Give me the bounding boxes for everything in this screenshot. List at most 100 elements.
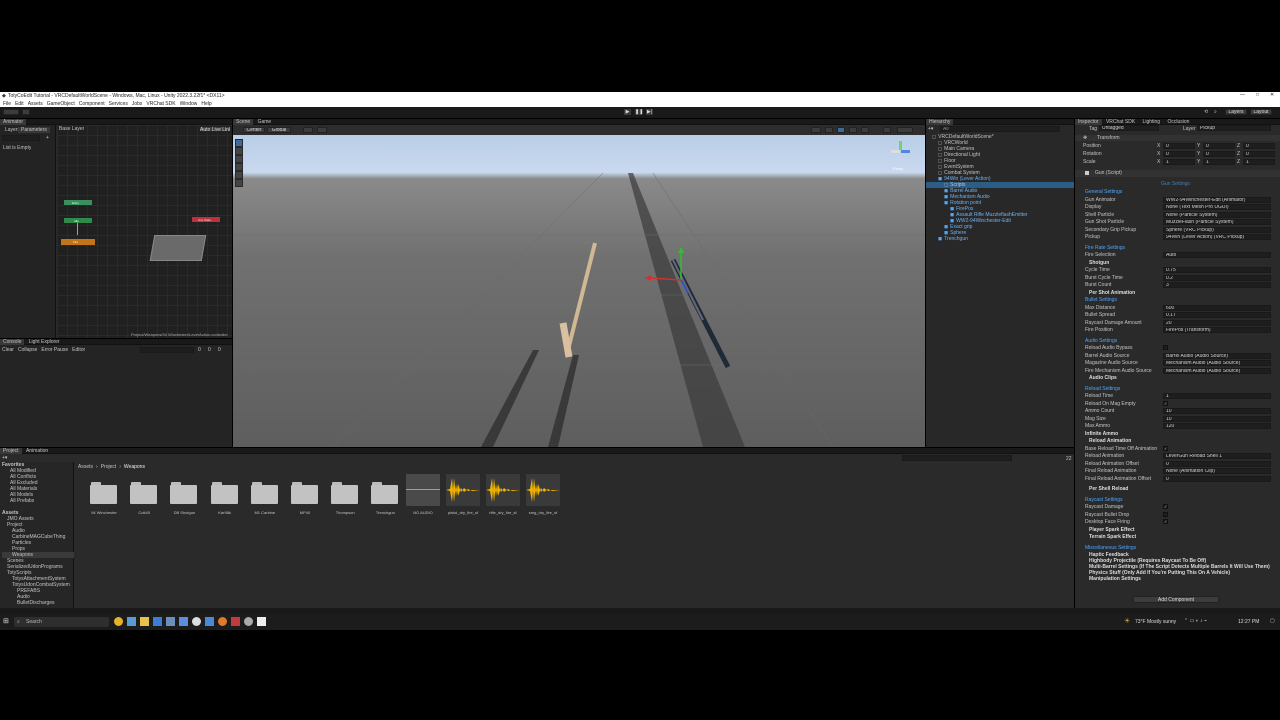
reload-animation-setting-checkbox[interactable]: ✓ [1163,445,1168,451]
breadcrumb-project[interactable]: Project [101,464,117,470]
create-asset-button[interactable]: +▾ [2,455,7,461]
audio-setting-field[interactable]: Mechanism Audio (Audio Source) [1163,360,1271,366]
error-pause-button[interactable]: Error Pause [41,347,68,353]
favorite-item[interactable]: All Prefabs [2,498,74,504]
general-setting-field[interactable]: Sphere (VRC Pickup) [1163,226,1271,233]
snap-icon[interactable] [303,127,313,133]
transform-x-field[interactable]: 0 [1163,143,1195,149]
rect-tool-icon[interactable] [236,172,242,178]
view-tool-icon[interactable] [236,140,242,146]
terrain-spark-foldout[interactable]: Terrain Spark Effect [1089,534,1136,540]
audio-asset[interactable]: smg_dry_fire_sf [525,474,561,518]
audio-settings-header[interactable]: Audio Settings [1085,338,1117,344]
bullet-setting-field[interactable]: 600 [1163,304,1271,311]
reload-setting-field[interactable]: 1 [1163,393,1271,399]
reload-animation-foldout[interactable]: Reload Animation [1089,438,1131,444]
folder-asset[interactable]: Kar98k [208,480,242,518]
rotate-tool-icon[interactable] [236,156,242,162]
pause-button[interactable]: ❚❚ [635,109,643,115]
transform-y-field[interactable]: 0 [1203,151,1235,157]
hierarchy-item[interactable]: ◼ Trenchgun [926,236,1074,242]
general-setting-field[interactable]: None (Text Mesh Pro UGUI) [1163,204,1271,210]
taskbar-app-chrome-icon[interactable] [114,617,123,626]
taskbar-app-5-icon[interactable] [192,617,201,626]
state-node-entry[interactable]: Entry [64,200,92,205]
transform-z-field[interactable]: 0 [1243,151,1275,157]
animator-graph[interactable]: Base Layer Auto Live Link Entry Idle Fir… [57,125,232,338]
audio-asset[interactable]: NO AUDIO [405,474,441,518]
layers-dropdown[interactable]: Layers [1225,109,1247,115]
raycast-setting-checkbox[interactable]: ✓ [1163,504,1168,509]
notification-icon[interactable]: ▢ [1270,618,1275,624]
add-component-button[interactable]: Add Component [1133,596,1219,603]
transform-x-field[interactable]: 1 [1163,159,1195,165]
audio-setting-field[interactable]: Mechanism Audio (Audio Source) [1163,367,1271,374]
tray-icons[interactable]: ⌃ ▭ ◐ ♪ ⌁ [1184,618,1207,624]
reload-setting-checkbox[interactable]: ✓ [1163,400,1168,406]
tag-dropdown[interactable]: Untagged [1099,125,1159,131]
space-dropdown[interactable]: Global [267,127,291,133]
transform-y-field[interactable]: 1 [1203,159,1235,165]
fire-rate-settings-header[interactable]: Fire Rate Settings [1085,245,1125,251]
misc-foldout[interactable]: Manipulation Settings [1089,576,1277,582]
reload-animation-setting-field[interactable]: LeverGun Reload Shell 1 [1163,453,1271,459]
reload-animation-setting-field[interactable]: 0 [1163,460,1271,467]
project-search-input[interactable] [902,455,1012,461]
bullet-setting-field[interactable]: 20 [1163,319,1271,326]
taskbar-app-9-icon[interactable] [244,617,253,626]
folder-asset[interactable]: Thompson [328,480,362,518]
camera-icon[interactable] [883,127,891,133]
add-parameter-button[interactable]: + [46,135,49,141]
fire-rate-setting-field[interactable]: 0.75 [1163,267,1271,273]
fire-rate-setting-field[interactable]: 3 [1163,282,1271,288]
tab-console[interactable]: Console [0,339,25,345]
reload-settings-header[interactable]: Reload Settings [1085,386,1120,392]
weather-text[interactable]: 73°F Mostly sunny [1135,619,1176,625]
transform-z-field[interactable]: 0 [1243,143,1275,149]
tab-light-explorer[interactable]: Light Explorer [26,339,63,345]
taskbar-app-1-icon[interactable] [127,617,136,626]
per-shot-animation-foldout[interactable]: Per Shot Animation [1089,290,1135,296]
audio-asset[interactable]: rifle_dry_fire_sf [485,474,521,518]
taskbar-app-explorer-icon[interactable] [140,617,149,626]
reload-setting-field[interactable]: 120 [1163,423,1271,429]
error-count[interactable]: 0 [218,347,221,353]
audio-toggle-icon[interactable] [849,127,857,133]
infinite-ammo-foldout[interactable]: Infinite Ammo [1085,431,1118,437]
transform-x-field[interactable]: 0 [1163,151,1195,157]
taskbar-app-8-icon[interactable] [231,617,240,626]
folder-asset[interactable]: Trenchgun [368,480,402,518]
breadcrumb-assets[interactable]: Assets [78,464,93,470]
sub-state-machine-node[interactable] [149,235,207,261]
scene-viewport[interactable]: Persp [233,135,925,447]
bullet-setting-field[interactable]: 0.17 [1163,312,1271,318]
play-button[interactable]: ▶ [624,109,631,115]
transform-z-field[interactable]: 1 [1243,159,1275,165]
folder-asset[interactable]: M1 Carbine [248,480,282,518]
lighting-toggle-icon[interactable] [837,127,845,133]
account-button[interactable] [3,109,19,115]
auto-live-link-button[interactable]: Auto Live Link [199,126,231,132]
search-icon[interactable]: ⌕ [1214,109,1217,115]
general-settings-header[interactable]: General Settings [1085,189,1122,195]
tab-animation[interactable]: Animation [23,448,51,454]
script-enabled-checkbox[interactable] [1085,171,1089,175]
player-spark-foldout[interactable]: Player Spark Effect [1089,527,1135,533]
editor-dropdown[interactable]: Editor [72,347,85,353]
folder-asset[interactable]: Colt45 [127,480,161,518]
bullet-settings-header[interactable]: Bullet Settings [1085,297,1117,303]
gizmos-icon[interactable] [897,127,913,133]
taskbar-app-2-icon[interactable] [153,617,162,626]
reload-audio-bypass-checkbox[interactable] [1163,345,1168,350]
transform-tool-icon[interactable] [236,180,242,186]
reload-setting-field[interactable]: 10 [1163,415,1271,422]
raycast-settings-header[interactable]: Raycast Settings [1085,497,1123,503]
taskbar-app-3-icon[interactable] [166,617,175,626]
step-button[interactable]: ▶| [646,109,653,115]
windows-start-icon[interactable]: ⊞ [3,617,9,625]
reload-animation-setting-field[interactable]: 0 [1163,475,1271,482]
raycast-setting-checkbox[interactable] [1163,511,1168,517]
general-setting-field[interactable]: None (Particle System) [1163,211,1271,218]
tab-hierarchy[interactable]: Hierarchy [926,119,954,125]
shotgun-foldout[interactable]: Shotgun [1089,260,1109,266]
